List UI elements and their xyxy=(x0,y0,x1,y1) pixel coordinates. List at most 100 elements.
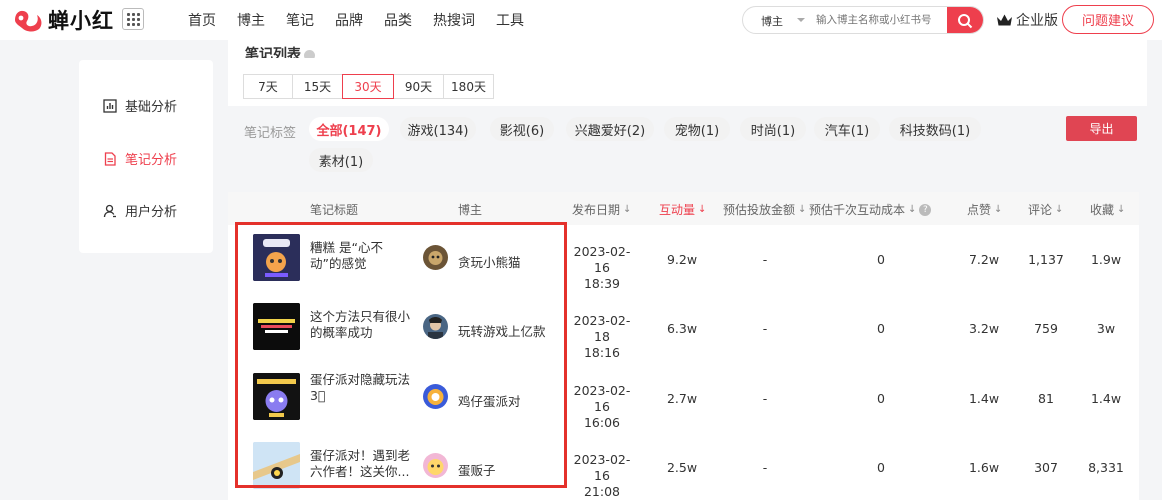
sidebar-item-note-analysis[interactable]: 笔记分析 xyxy=(103,149,177,168)
day-option-30[interactable]: 30天 xyxy=(342,74,394,99)
logo-mark-icon xyxy=(15,10,42,32)
est-cost-value: 0 xyxy=(877,252,885,267)
table-header: 笔记标题 博主 发布日期 ↓ 互动量 ↓ 预估投放金额 ↓ 预估千次互动成本 ↓? 点赞… xyxy=(228,192,1139,225)
nav-item-brand[interactable]: 品牌 xyxy=(335,10,363,30)
sidebar-item-label: 笔记分析 xyxy=(125,153,178,168)
interactions-value: 6.3w xyxy=(666,321,698,336)
search-icon xyxy=(958,14,973,29)
col-header-est-amount[interactable]: 预估投放金额 ↓ xyxy=(723,201,806,218)
blogger-avatar[interactable] xyxy=(423,245,448,270)
tag-material[interactable]: 素材(1) xyxy=(309,148,373,172)
top-bar: 蝉小红 首页 博主 笔记 品牌 品类 热搜词 工具 博主 企业版 问题建议 xyxy=(0,0,1162,40)
est-amount-value: - xyxy=(762,391,768,406)
tags-label: 笔记标签 xyxy=(244,126,297,141)
col-header-favorites[interactable]: 收藏 ↓ xyxy=(1090,201,1125,218)
col-header-date[interactable]: 发布日期 ↓ xyxy=(572,201,631,218)
note-thumbnail[interactable] xyxy=(253,442,300,489)
help-icon: ? xyxy=(919,203,932,216)
logo[interactable]: 蝉小红 xyxy=(12,4,114,36)
table-row[interactable]: 这个方法只有很小的概率成功 玩转游戏上亿款 2023-02-18 18:16 6.… xyxy=(228,294,1139,363)
info-icon[interactable] xyxy=(304,49,315,58)
note-title[interactable]: 这个方法只有很小的概率成功 xyxy=(310,309,410,341)
favorites-value: 1.9w xyxy=(1090,252,1122,267)
table-row[interactable]: 蛋仔派对！遇到老六作者！这关你... 蛋贩子 2023-02-16 21:08 2… xyxy=(228,433,1139,500)
publish-date: 2023-02-16 18:39 xyxy=(573,244,631,291)
enterprise-link[interactable]: 企业版 xyxy=(996,10,1058,30)
sidebar-item-basic-analysis[interactable]: 基础分析 xyxy=(103,96,177,115)
day-option-90[interactable]: 90天 xyxy=(393,74,444,99)
search-box: 博主 xyxy=(742,6,984,34)
tag-game[interactable]: 游戏(134) xyxy=(400,117,476,141)
blogger-avatar[interactable] xyxy=(423,314,448,339)
thumbnail-image xyxy=(253,442,300,489)
col-header-title: 笔记标题 xyxy=(310,203,359,217)
nav-item-home[interactable]: 首页 xyxy=(188,10,216,30)
search-scope-select[interactable]: 博主 xyxy=(761,13,783,29)
publish-date: 2023-02-18 18:16 xyxy=(573,313,631,360)
tag-pet[interactable]: 宠物(1) xyxy=(664,117,730,141)
tag-car[interactable]: 汽车(1) xyxy=(814,117,880,141)
blogger-name[interactable]: 蛋贩子 xyxy=(458,460,496,479)
export-button[interactable]: 导出 xyxy=(1066,116,1137,141)
col-header-est-cost[interactable]: 预估千次互动成本 ↓? xyxy=(809,201,932,218)
main-nav: 首页 博主 笔记 品牌 品类 热搜词 工具 xyxy=(188,0,545,40)
day-option-180[interactable]: 180天 xyxy=(443,74,494,99)
col-header-comments[interactable]: 评论 ↓ xyxy=(1028,201,1063,218)
notes-list-card: 笔记列表 7天 15天 30天 90天 180天 xyxy=(228,40,1147,106)
feedback-button[interactable]: 问题建议 xyxy=(1062,5,1154,34)
nav-item-hot-search[interactable]: 热搜词 xyxy=(433,10,475,30)
tag-fashion[interactable]: 时尚(1) xyxy=(740,117,806,141)
tag-hobby[interactable]: 兴趣爱好(2) xyxy=(566,117,654,141)
likes-value: 1.6w xyxy=(968,460,1000,475)
chevron-down-icon xyxy=(797,18,805,22)
apps-grid-icon[interactable] xyxy=(122,8,144,30)
nav-item-notes[interactable]: 笔记 xyxy=(286,10,314,30)
blogger-avatar[interactable] xyxy=(423,453,448,478)
tag-tech[interactable]: 科技数码(1) xyxy=(889,117,981,141)
comments-value: 81 xyxy=(1038,391,1054,406)
note-title[interactable]: 糟糕 是“心不动”的感觉 xyxy=(310,240,410,272)
sidebar-item-user-analysis[interactable]: 用户分析 xyxy=(103,201,177,220)
nav-item-tools[interactable]: 工具 xyxy=(496,10,524,30)
thumbnail-image xyxy=(253,373,300,420)
note-thumbnail[interactable] xyxy=(253,234,300,281)
comments-value: 1,137 xyxy=(1028,252,1064,267)
table-row[interactable]: 蛋仔派对隐藏玩法3⃣ 鸡仔蛋派对 2023-02-16 16:06 2.7w - … xyxy=(228,364,1139,433)
search-input[interactable] xyxy=(816,14,948,26)
tag-film[interactable]: 影视(6) xyxy=(490,117,554,141)
blogger-avatar[interactable] xyxy=(423,384,448,409)
day-option-7[interactable]: 7天 xyxy=(243,74,293,99)
nav-item-blogger[interactable]: 博主 xyxy=(237,10,265,30)
favorites-value: 8,331 xyxy=(1088,460,1124,475)
col-header-likes[interactable]: 点赞 ↓ xyxy=(967,201,1002,218)
nav-item-category[interactable]: 品类 xyxy=(384,10,412,30)
day-option-15[interactable]: 15天 xyxy=(292,74,343,99)
sort-arrow-icon: ↓ xyxy=(798,204,807,215)
blogger-name[interactable]: 贪玩小熊猫 xyxy=(458,252,521,271)
sidebar-item-label: 用户分析 xyxy=(125,205,178,220)
document-icon xyxy=(104,151,116,166)
thumbnail-image xyxy=(253,234,300,281)
crown-icon xyxy=(997,14,1012,26)
note-thumbnail[interactable] xyxy=(253,303,300,350)
favorites-value: 3w xyxy=(1096,321,1116,336)
comments-value: 759 xyxy=(1034,321,1058,336)
col-header-interactions[interactable]: 互动量 ↓ xyxy=(659,201,706,218)
sort-arrow-icon: ↓ xyxy=(1055,204,1064,215)
table-row[interactable]: 糟糕 是“心不动”的感觉 贪玩小熊猫 2023-02-16 18:39 9.2w … xyxy=(228,225,1139,294)
blogger-name[interactable]: 玩转游戏上亿款 xyxy=(458,321,546,340)
note-thumbnail[interactable] xyxy=(253,373,300,420)
sort-arrow-icon: ↓ xyxy=(623,204,632,215)
est-cost-value: 0 xyxy=(877,460,885,475)
note-title[interactable]: 蛋仔派对隐藏玩法3⃣ xyxy=(310,372,410,404)
likes-value: 3.2w xyxy=(968,321,1000,336)
est-cost-value: 0 xyxy=(877,391,885,406)
est-cost-value: 0 xyxy=(877,321,885,336)
interactions-value: 9.2w xyxy=(666,252,698,267)
note-title[interactable]: 蛋仔派对！遇到老六作者！这关你... xyxy=(310,448,410,480)
enterprise-label: 企业版 xyxy=(1016,13,1058,29)
tag-all[interactable]: 全部(147) xyxy=(309,117,389,141)
search-button[interactable] xyxy=(947,7,983,33)
notes-list-title: 笔记列表 xyxy=(245,44,315,58)
blogger-name[interactable]: 鸡仔蛋派对 xyxy=(458,391,521,410)
